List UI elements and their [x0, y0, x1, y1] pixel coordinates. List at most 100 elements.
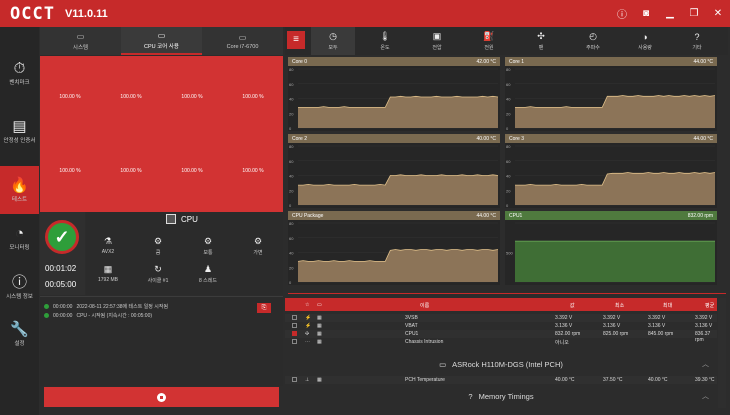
title-bar: OCCT V11.0.11 ⓘ ◙ ▁ ❐ ✕: [0, 0, 730, 27]
nav-item-stability[interactable]: ▤ 안정성 인증서: [0, 107, 39, 155]
cpu-option-label: 1792 MB: [97, 277, 118, 283]
minimize-icon[interactable]: ▁: [664, 8, 676, 19]
row-checkbox[interactable]: [292, 331, 297, 336]
graph-toggle-icon[interactable]: ▦: [317, 339, 322, 345]
cpu-option-1[interactable]: ⚙ 큼: [138, 236, 178, 256]
row-checkbox[interactable]: [292, 339, 297, 344]
column-header-min[interactable]: 최소: [615, 302, 624, 309]
chart-title: Core 0: [292, 58, 308, 65]
table-row[interactable]: ⚡ ▦ VBAT 3.136 V 3.136 V 3.136 V 3.136 V: [285, 322, 717, 330]
cpu-option-label: 보통: [203, 250, 213, 256]
monitor-icon: ▭: [157, 30, 166, 40]
y-tick-label: 500: [506, 251, 513, 256]
tab-voltage[interactable]: ▣ 전압: [415, 27, 459, 55]
nav-item-wrench[interactable]: 🔧 설정: [0, 310, 39, 358]
y-tick-label: 20: [289, 111, 294, 116]
column-header-avg[interactable]: 평균: [705, 302, 714, 309]
cpu-option-5[interactable]: ↻ 사이클 #1: [138, 264, 178, 284]
column-header-value[interactable]: 값: [570, 302, 575, 309]
stability-icon: ▤: [12, 117, 27, 135]
cpu-core-usage-panel: 100.00 % 100.00 % 100.00 % 100.00 % 100.00 %…: [40, 56, 283, 212]
graph-toggle-icon[interactable]: ▦: [317, 377, 322, 383]
cycle-icon: ↻: [154, 264, 162, 274]
graph-toggle-icon[interactable]: ▦: [317, 315, 322, 321]
graph-toggle-icon[interactable]: ▦: [317, 331, 322, 337]
favorite-column-icon[interactable]: ☆: [305, 302, 309, 308]
tab-system[interactable]: ▭ 시스템: [40, 27, 121, 55]
cpu-option-0[interactable]: ⚗ AVX2: [88, 236, 128, 255]
nav-item-stopwatch[interactable]: ⏱ 벤치마크: [0, 49, 39, 97]
info-icon: ⓘ: [11, 273, 27, 291]
help-icon: ?: [468, 391, 473, 401]
splitter-handle[interactable]: [288, 293, 726, 294]
sensor-name: VBAT: [405, 323, 418, 329]
tab-other[interactable]: ? 기타: [675, 27, 719, 55]
restore-icon[interactable]: ❐: [688, 8, 700, 19]
temperature-icon: 🌡: [379, 31, 391, 41]
core-usage-value: 100.00 %: [242, 168, 264, 174]
series-area: [298, 96, 498, 128]
monitor-column-icon[interactable]: ▭: [317, 302, 322, 308]
table-row[interactable]: ⋯ ▦ Chassis Intrusion 아니오: [285, 338, 717, 346]
series-area: [298, 174, 498, 205]
tab-label: 온도: [380, 45, 390, 51]
close-icon[interactable]: ✕: [712, 8, 724, 19]
table-row[interactable]: ✣ ▦ CPU1 832.00 rpm 825.00 rpm 845.00 rpm 836.…: [285, 330, 717, 343]
y-tick-label: 80: [506, 144, 511, 149]
cpu-option-2[interactable]: ⚙ 보통: [188, 236, 228, 256]
tab-power[interactable]: ⛽ 전원: [467, 27, 511, 55]
memory-timings-header[interactable]: ? Memory Timings ︿: [285, 388, 717, 404]
series-area: [515, 95, 715, 128]
tab-frequency[interactable]: ◴ 주파수: [571, 27, 615, 55]
info-icon[interactable]: ⓘ: [616, 6, 628, 21]
y-tick-label: 60: [506, 159, 511, 164]
tab-temperature[interactable]: 🌡 온도: [363, 27, 407, 55]
row-checkbox[interactable]: [292, 377, 297, 382]
sensor-max: 845.00 rpm: [648, 331, 674, 337]
chart-panel-0: Core 0 42.00 °C 80 60 40 20 0: [288, 57, 500, 131]
flame-icon: 🔥: [10, 176, 29, 194]
sensor-category-tabs: ≡ ◷ 모두 🌡 온도 ▣ 전압 ⛽ 전원 ✣ 팬 ◴ 주파수 ◑ 사용량 ? 기타: [285, 27, 728, 55]
tab-clock[interactable]: ◷ 모두: [311, 27, 355, 55]
tab-cpu-usage[interactable]: ▭ CPU 코어 사용: [121, 27, 202, 55]
camera-icon[interactable]: ◙: [640, 8, 652, 19]
cpu-option-4[interactable]: ▦ 1792 MB: [88, 264, 128, 283]
cpu-option-3[interactable]: ⚙ 가변: [238, 236, 278, 256]
table-row[interactable]: ⊥ ▦ PCH Temperature 40.00 °C 37.50 °C 40.00 °…: [285, 376, 717, 384]
cpu-option-label: 8 스레드: [199, 278, 217, 284]
y-tick-label: 20: [289, 265, 294, 270]
sensor-avg: 3.136 V: [695, 323, 713, 329]
y-tick-label: 0: [289, 280, 292, 285]
nav-item-flame[interactable]: 🔥 테스트: [0, 166, 39, 214]
row-checkbox[interactable]: [292, 323, 297, 328]
graph-toggle-icon[interactable]: ▦: [317, 323, 322, 329]
chart-header: Core 1 44.00 °C: [505, 57, 717, 66]
nav-item-info[interactable]: ⓘ 시스템 정보: [0, 263, 39, 311]
column-header-name[interactable]: 이름: [420, 302, 429, 309]
sensor-avg: 3.392 V: [695, 315, 713, 321]
row-checkbox[interactable]: [292, 315, 297, 320]
tab-usage[interactable]: ◑ 사용량: [623, 27, 667, 55]
nav-item-monitor[interactable]: ◔ 모니터링: [0, 214, 39, 262]
log-time: 00:00:00: [53, 303, 73, 310]
column-header-max[interactable]: 최대: [663, 302, 672, 309]
app-version: V11.0.11: [64, 7, 108, 20]
log-text: 2022-08-11 22:57:38에 테스트 일정 시작됨: [76, 304, 169, 310]
cpu-option-6[interactable]: ♟ 8 스레드: [188, 264, 228, 284]
app-logo: OCCT: [10, 3, 55, 24]
menu-button[interactable]: ≡: [287, 31, 305, 49]
other-icon: ⋯: [305, 339, 310, 345]
sensor-name: CPU1: [405, 331, 419, 337]
success-dot-icon: [44, 304, 49, 309]
success-check-icon: ✓: [45, 220, 79, 254]
left-tabs: ▭ 시스템 ▭ CPU 코어 사용 ▭ Core i7-6700: [40, 27, 283, 55]
series-area: [298, 249, 498, 282]
usage-icon: ◑: [642, 31, 648, 42]
tab-fan[interactable]: ✣ 팬: [519, 27, 563, 55]
stop-test-button[interactable]: [44, 387, 279, 407]
board-section-header[interactable]: ▭ ASRock H110M-DGS (Intel PCH) ︿: [285, 356, 717, 372]
table-row[interactable]: ⚡ ▦ 3VSB 3.392 V 3.392 V 3.392 V 3.392 V: [285, 314, 717, 322]
copy-log-button[interactable]: ⎘: [257, 303, 271, 313]
sensor-table-scrollbar[interactable]: [718, 298, 726, 408]
tab-cpu-model[interactable]: ▭ Core i7-6700: [202, 27, 283, 55]
